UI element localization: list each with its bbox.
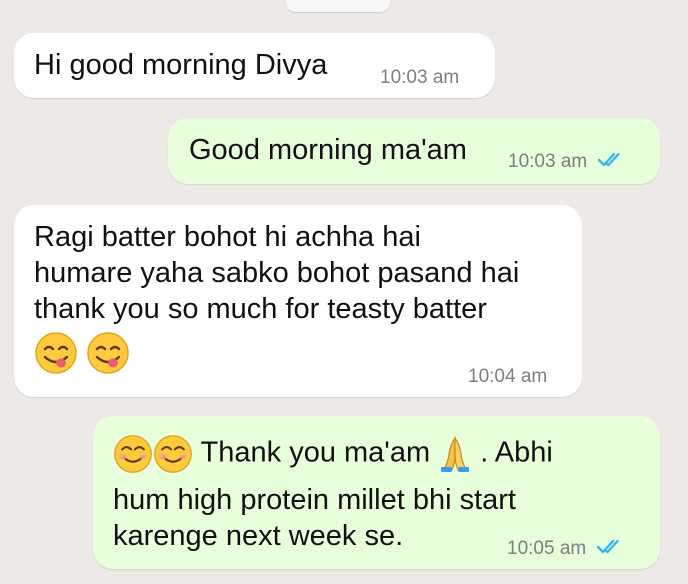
message-line: Ragi batter bohot hi achha hai xyxy=(34,221,421,253)
message-bubble-incoming[interactable]: Ragi batter bohot hi achha hai humare ya… xyxy=(14,205,582,397)
message-text: . Abhi xyxy=(480,436,553,469)
smiling-face-with-smiling-eyes-emoji xyxy=(154,435,192,473)
message-text: Hi good morning Divya xyxy=(34,49,328,81)
smiling-face-with-smiling-eyes-emoji xyxy=(114,435,152,473)
read-receipt-icon xyxy=(596,539,619,554)
message-text: Good morning ma'am xyxy=(189,134,467,166)
face-savoring-food-emoji xyxy=(87,332,129,374)
message-bubble-outgoing[interactable]: Thank you ma'am . Abhi hum high protein … xyxy=(93,416,660,569)
date-chip xyxy=(286,0,390,12)
read-receipt-icon xyxy=(597,152,620,167)
emoji-row xyxy=(34,331,130,375)
message-meta: 10:03 am xyxy=(508,151,626,173)
message-line: thank you so much for teasty batter xyxy=(34,293,487,325)
message-line: karenge next week se. xyxy=(113,520,404,552)
message-time: 10:03 am xyxy=(508,151,588,172)
message-bubble-incoming[interactable]: Hi good morning Divya 10:03 am xyxy=(14,33,495,98)
message-text: Thank you ma'am xyxy=(200,436,431,469)
message-bubble-outgoing[interactable]: Good morning ma'am 10:03 am xyxy=(168,118,660,184)
folded-hands-emoji xyxy=(441,436,470,472)
message-line: Thank you ma'am . Abhi xyxy=(113,434,553,474)
message-line: hum high protein millet bhi start xyxy=(113,484,516,516)
message-meta: 10:05 am xyxy=(507,538,625,560)
message-time: 10:05 am xyxy=(507,538,587,559)
face-savoring-food-emoji xyxy=(35,332,77,374)
message-time: 10:04 am xyxy=(468,366,548,387)
message-time: 10:03 am xyxy=(380,67,460,88)
message-line: humare yaha sabko bohot pasand hai xyxy=(34,257,520,289)
